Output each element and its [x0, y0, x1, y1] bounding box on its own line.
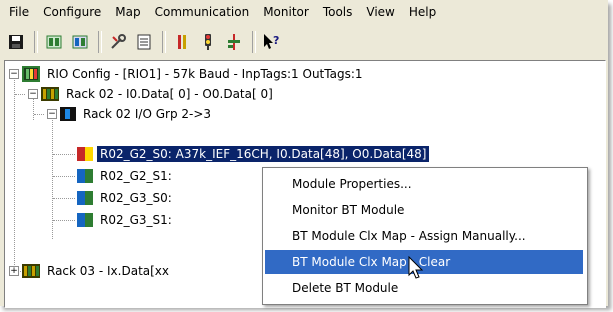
tree-node-label: RIO Config - [RIO1] - 57k Baud - InpTags…: [47, 67, 363, 81]
application-window: File Configure Map Communication Monitor…: [0, 0, 608, 308]
io-group-icon: [60, 107, 76, 121]
save-icon: [9, 35, 23, 49]
tree-node-label: Rack 02 I/O Grp 2->3: [83, 107, 212, 121]
context-menu: Module Properties... Monitor BT Module B…: [262, 167, 588, 305]
menu-monitor[interactable]: Monitor: [258, 0, 314, 24]
io-button[interactable]: [170, 30, 194, 54]
tree-connector: [53, 176, 75, 177]
menu-tools[interactable]: Tools: [318, 0, 358, 24]
tree-node-label: Rack 02 - I0.Data[ 0] - O0.Data[ 0]: [66, 87, 273, 101]
toolbar-separator: [252, 31, 256, 53]
tree-connector: [14, 77, 15, 273]
tree-node-module[interactable]: R02_G2_S0: A37k_IEF_16CH, I0.Data[48], O…: [77, 144, 431, 164]
tree-node-label: R02_G2_S0: A37k_IEF_16CH, I0.Data[48], O…: [95, 145, 431, 163]
help-pointer-icon: ?: [264, 34, 279, 49]
menu-view[interactable]: View: [361, 0, 399, 24]
module-icon: [77, 213, 93, 227]
module-green-icon: [46, 35, 62, 49]
save-button[interactable]: [4, 30, 28, 54]
connect-button[interactable]: [222, 30, 246, 54]
menu-help[interactable]: Help: [404, 0, 441, 24]
tree-node-module[interactable]: R02_G3_S0:: [77, 188, 175, 208]
module-icon: [77, 169, 93, 183]
menu-bar: File Configure Map Communication Monitor…: [0, 0, 608, 24]
tree-connector: [15, 94, 25, 95]
collapse-toggle[interactable]: −: [9, 69, 19, 79]
menu-item-delete-bt-module[interactable]: Delete BT Module: [265, 276, 583, 300]
document-icon: [137, 34, 151, 50]
menu-communication[interactable]: Communication: [150, 0, 255, 24]
report-button[interactable]: [132, 30, 156, 54]
tree-node-label: Rack 03 - Ix.Data[xx: [47, 264, 170, 278]
module-blue-icon: [72, 35, 88, 49]
tree-connector: [33, 96, 34, 120]
plug-icon: [228, 34, 240, 50]
expand-toggle[interactable]: +: [9, 266, 19, 276]
toolbar-separator: [98, 31, 102, 53]
menu-item-clx-map-clear[interactable]: BT Module Clx Map - Clear: [265, 250, 583, 274]
module-icon: [77, 147, 93, 161]
tree-connector: [53, 220, 75, 221]
tree-connector: [53, 154, 75, 155]
add-bt-module-button[interactable]: [68, 30, 92, 54]
tree-node-root[interactable]: RIO Config - [RIO1] - 57k Baud - InpTags…: [22, 64, 366, 84]
menu-item-clx-map-assign[interactable]: BT Module Clx Map - Assign Manually...: [265, 224, 583, 248]
monitor-button[interactable]: [196, 30, 220, 54]
menu-map[interactable]: Map: [110, 0, 145, 24]
tree-connector: [34, 114, 44, 115]
mouse-pointer-icon: [408, 256, 424, 279]
menu-configure[interactable]: Configure: [38, 0, 106, 24]
menu-item-monitor-bt-module[interactable]: Monitor BT Module: [265, 198, 583, 222]
rack-icon: [41, 87, 59, 101]
io-icon: [178, 35, 186, 49]
tree-node-module[interactable]: R02_G3_S1:: [77, 210, 175, 230]
tools-icon: [111, 34, 126, 49]
tree-connector: [53, 198, 75, 199]
collapse-toggle[interactable]: −: [28, 89, 38, 99]
collapse-toggle[interactable]: −: [47, 109, 57, 119]
add-module-button[interactable]: [42, 30, 66, 54]
tools-button[interactable]: [106, 30, 130, 54]
toolbar-separator: [34, 31, 38, 53]
context-help-button[interactable]: ?: [260, 30, 284, 54]
rack-icon: [22, 264, 40, 278]
svg-text:?: ?: [273, 34, 279, 47]
tree-node-label: R02_G3_S1:: [100, 213, 172, 227]
tree-node-io-group[interactable]: Rack 02 I/O Grp 2->3: [60, 104, 214, 124]
module-icon: [77, 191, 93, 205]
toolbar: ?: [4, 28, 286, 56]
menu-file[interactable]: File: [4, 0, 34, 24]
tree-node-rack-03[interactable]: Rack 03 - Ix.Data[xx: [22, 261, 172, 281]
menu-item-module-properties[interactable]: Module Properties...: [265, 172, 583, 196]
tree-node-module[interactable]: R02_G2_S1:: [77, 166, 175, 186]
toolbar-separator: [162, 31, 166, 53]
traffic-light-icon: [205, 34, 211, 50]
tree-node-rack-02[interactable]: Rack 02 - I0.Data[ 0] - O0.Data[ 0]: [41, 84, 276, 104]
tree-node-label: R02_G2_S1:: [100, 169, 172, 183]
rio-network-icon: [22, 66, 40, 82]
tree-node-label: R02_G3_S0:: [100, 191, 172, 205]
